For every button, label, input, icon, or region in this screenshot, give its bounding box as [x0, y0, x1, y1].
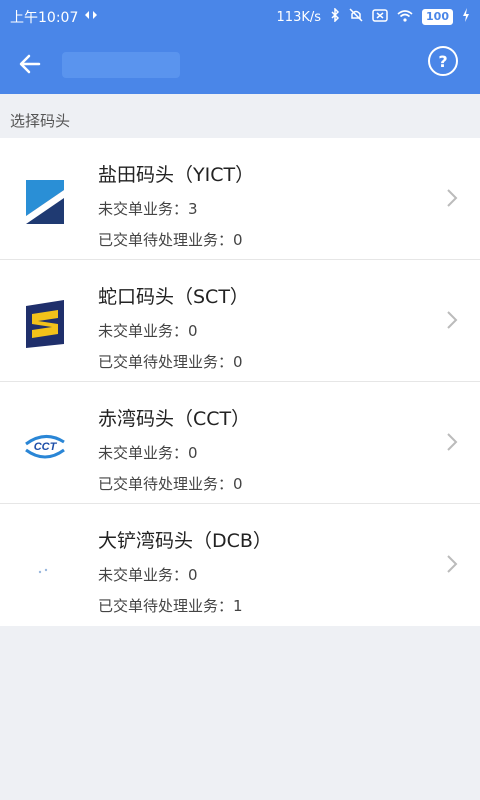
pending-info: 未交单业务：0	[98, 566, 198, 584]
charging-icon	[462, 8, 470, 26]
app-bar: ?	[0, 34, 480, 94]
pending-count: 0	[188, 566, 198, 584]
cct-logo-icon: CCT	[25, 435, 65, 459]
dcb-logo-icon	[38, 568, 48, 574]
cct-logo-text: CCT	[34, 441, 58, 453]
terminal-name: 赤湾码头（CCT）	[98, 408, 251, 430]
question-mark-icon: ?	[438, 51, 448, 71]
processing-count: 0	[233, 353, 243, 371]
chevron-right-icon	[447, 555, 458, 573]
arrow-left-icon	[19, 54, 41, 74]
battery-indicator: 100	[422, 9, 453, 25]
status-bar: 上午10:07 113K/s 100	[0, 0, 480, 34]
pending-info: 未交单业务：0	[98, 444, 198, 462]
processing-info: 已交单待处理业务：1	[98, 597, 243, 615]
pending-info: 未交单业务：0	[98, 322, 198, 340]
pending-count: 3	[188, 200, 198, 218]
sim-off-icon	[372, 8, 388, 26]
processing-info: 已交单待处理业务：0	[98, 475, 243, 493]
pending-info: 未交单业务：3	[98, 200, 198, 218]
processing-count: 0	[233, 475, 243, 493]
processing-count: 0	[233, 231, 243, 249]
terminal-item-dcb[interactable]: 大铲湾码头（DCB） 未交单业务：0 已交单待处理业务：1	[0, 504, 480, 626]
network-speed: 113K/s	[276, 9, 322, 25]
sct-logo-icon	[26, 300, 64, 348]
pending-count: 0	[188, 444, 198, 462]
terminal-name: 蛇口码头（SCT）	[98, 286, 249, 308]
wifi-icon	[397, 9, 413, 26]
section-label: 选择码头	[10, 112, 71, 130]
terminal-item-yict[interactable]: 盐田码头（YICT） 未交单业务：3 已交单待处理业务：0	[0, 138, 480, 260]
processing-count: 1	[233, 597, 243, 615]
terminal-list: 盐田码头（YICT） 未交单业务：3 已交单待处理业务：0 蛇口码头（SCT） …	[0, 138, 480, 626]
terminal-item-cct[interactable]: CCT 赤湾码头（CCT） 未交单业务：0 已交单待处理业务：0	[0, 382, 480, 504]
terminal-item-sct[interactable]: 蛇口码头（SCT） 未交单业务：0 已交单待处理业务：0	[0, 260, 480, 382]
chevron-right-icon	[447, 433, 458, 451]
mute-icon	[349, 8, 363, 26]
processing-info: 已交单待处理业务：0	[98, 353, 243, 371]
terminal-name: 盐田码头（YICT）	[98, 164, 255, 186]
pending-count: 0	[188, 322, 198, 340]
terminal-name: 大铲湾码头（DCB）	[98, 530, 272, 552]
yict-logo-icon	[26, 180, 64, 224]
sync-icon	[84, 9, 98, 25]
chevron-right-icon	[447, 311, 458, 329]
processing-info: 已交单待处理业务：0	[98, 231, 243, 249]
chevron-right-icon	[447, 189, 458, 207]
back-button[interactable]	[16, 50, 44, 78]
status-time: 上午10:07	[10, 10, 79, 26]
blurred-title	[62, 52, 180, 78]
help-button[interactable]: ?	[428, 46, 458, 76]
bluetooth-icon	[330, 7, 340, 26]
